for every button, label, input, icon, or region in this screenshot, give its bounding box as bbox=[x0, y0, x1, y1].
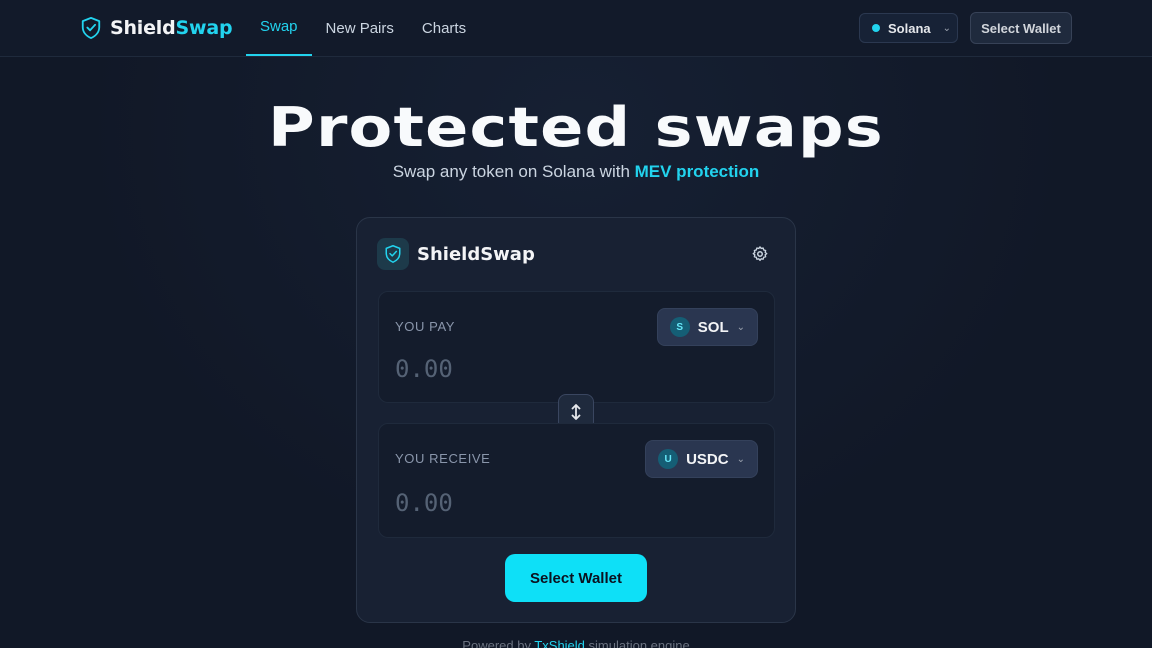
receive-label: YOU RECEIVE bbox=[395, 451, 491, 466]
select-wallet-button-nav[interactable]: Select Wallet bbox=[970, 12, 1072, 44]
tab-charts[interactable]: Charts bbox=[408, 0, 480, 56]
footer-note: Powered by TxShield simulation engine bbox=[0, 638, 1152, 648]
swap-card: ShieldSwap YOU PAY S SOL ⌄ YOU RECEIVE U… bbox=[356, 217, 796, 623]
pay-label: YOU PAY bbox=[395, 319, 456, 334]
sol-token-icon: S bbox=[669, 317, 690, 337]
pay-token-symbol: SOL bbox=[697, 318, 729, 336]
receive-panel: YOU RECEIVE U USDC ⌄ bbox=[378, 423, 775, 538]
hero-title: Protected swaps bbox=[268, 96, 884, 159]
network-label: Solana bbox=[888, 20, 931, 36]
usdc-token-icon: U bbox=[658, 449, 679, 469]
shield-check-icon bbox=[81, 17, 101, 39]
gear-icon[interactable] bbox=[751, 245, 769, 263]
tab-swap[interactable]: Swap bbox=[246, 0, 312, 56]
receive-token-selector[interactable]: U USDC ⌄ bbox=[645, 440, 758, 478]
shield-check-icon bbox=[377, 238, 409, 270]
receive-token-symbol: USDC bbox=[686, 450, 729, 468]
brand-name: ShieldSwap bbox=[110, 17, 233, 39]
brand-logo[interactable]: ShieldSwap bbox=[80, 16, 233, 40]
chevron-down-icon: ⌄ bbox=[942, 22, 952, 34]
hero-subtitle: Swap any token on Solana with MEV protec… bbox=[392, 162, 760, 181]
nav-tabs: Swap New Pairs Charts bbox=[246, 0, 480, 56]
arrows-up-down-icon bbox=[571, 404, 581, 420]
network-selector[interactable]: Solana ⌄ bbox=[859, 13, 958, 43]
card-header: ShieldSwap bbox=[377, 238, 535, 270]
pay-token-selector[interactable]: S SOL ⌄ bbox=[656, 308, 758, 346]
chevron-down-icon: ⌄ bbox=[736, 453, 745, 465]
pay-panel: YOU PAY S SOL ⌄ bbox=[378, 291, 775, 403]
select-wallet-button[interactable]: Select Wallet bbox=[505, 554, 647, 602]
txshield-link[interactable]: TxShield bbox=[534, 638, 585, 648]
pay-amount-input[interactable] bbox=[395, 351, 625, 387]
tab-new-pairs[interactable]: New Pairs bbox=[312, 0, 408, 56]
network-status-dot bbox=[872, 24, 880, 32]
chevron-down-icon: ⌄ bbox=[736, 321, 745, 333]
top-navbar: ShieldSwap Swap New Pairs Charts Solana … bbox=[0, 0, 1152, 57]
card-title: ShieldSwap bbox=[417, 243, 535, 265]
receive-amount-input[interactable] bbox=[395, 485, 625, 521]
